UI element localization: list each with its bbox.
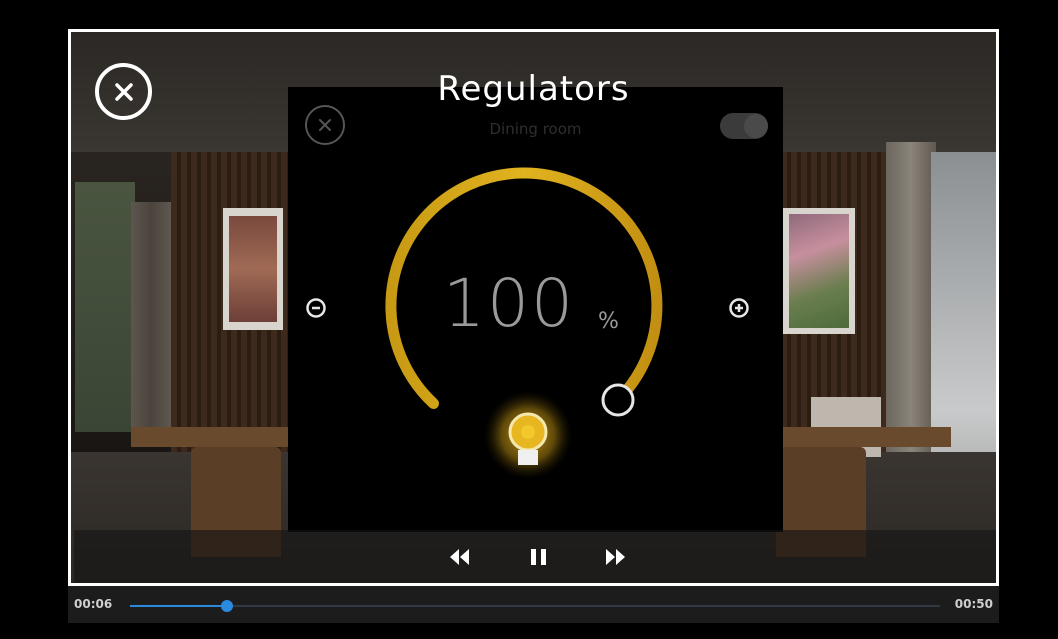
total-time: 00:50 — [954, 597, 993, 611]
regulator-panel: Dining room 100 % — [288, 87, 783, 532]
seek-progress — [130, 605, 228, 607]
power-toggle[interactable] — [720, 113, 768, 139]
room-name: Dining room — [489, 120, 582, 138]
decrease-button[interactable] — [305, 297, 327, 319]
seek-track[interactable] — [130, 600, 940, 612]
increase-button[interactable] — [728, 297, 750, 319]
toggle-knob — [744, 114, 768, 138]
playback-controls — [74, 530, 996, 583]
video-title: Regulators — [437, 69, 630, 109]
dial-handle[interactable] — [601, 383, 635, 417]
level-value: 100 — [443, 265, 575, 342]
fast-forward-icon[interactable] — [602, 545, 628, 569]
rewind-icon[interactable] — [447, 545, 473, 569]
seek-handle[interactable] — [221, 600, 234, 612]
pause-icon[interactable] — [528, 545, 550, 569]
video-frame: Dining room 100 % Regulators — [68, 29, 999, 586]
dimmer-dial[interactable] — [383, 157, 688, 537]
level-unit: % — [598, 309, 619, 334]
seek-bar: 00:06 00:50 — [68, 586, 999, 623]
current-time: 00:06 — [74, 597, 113, 611]
